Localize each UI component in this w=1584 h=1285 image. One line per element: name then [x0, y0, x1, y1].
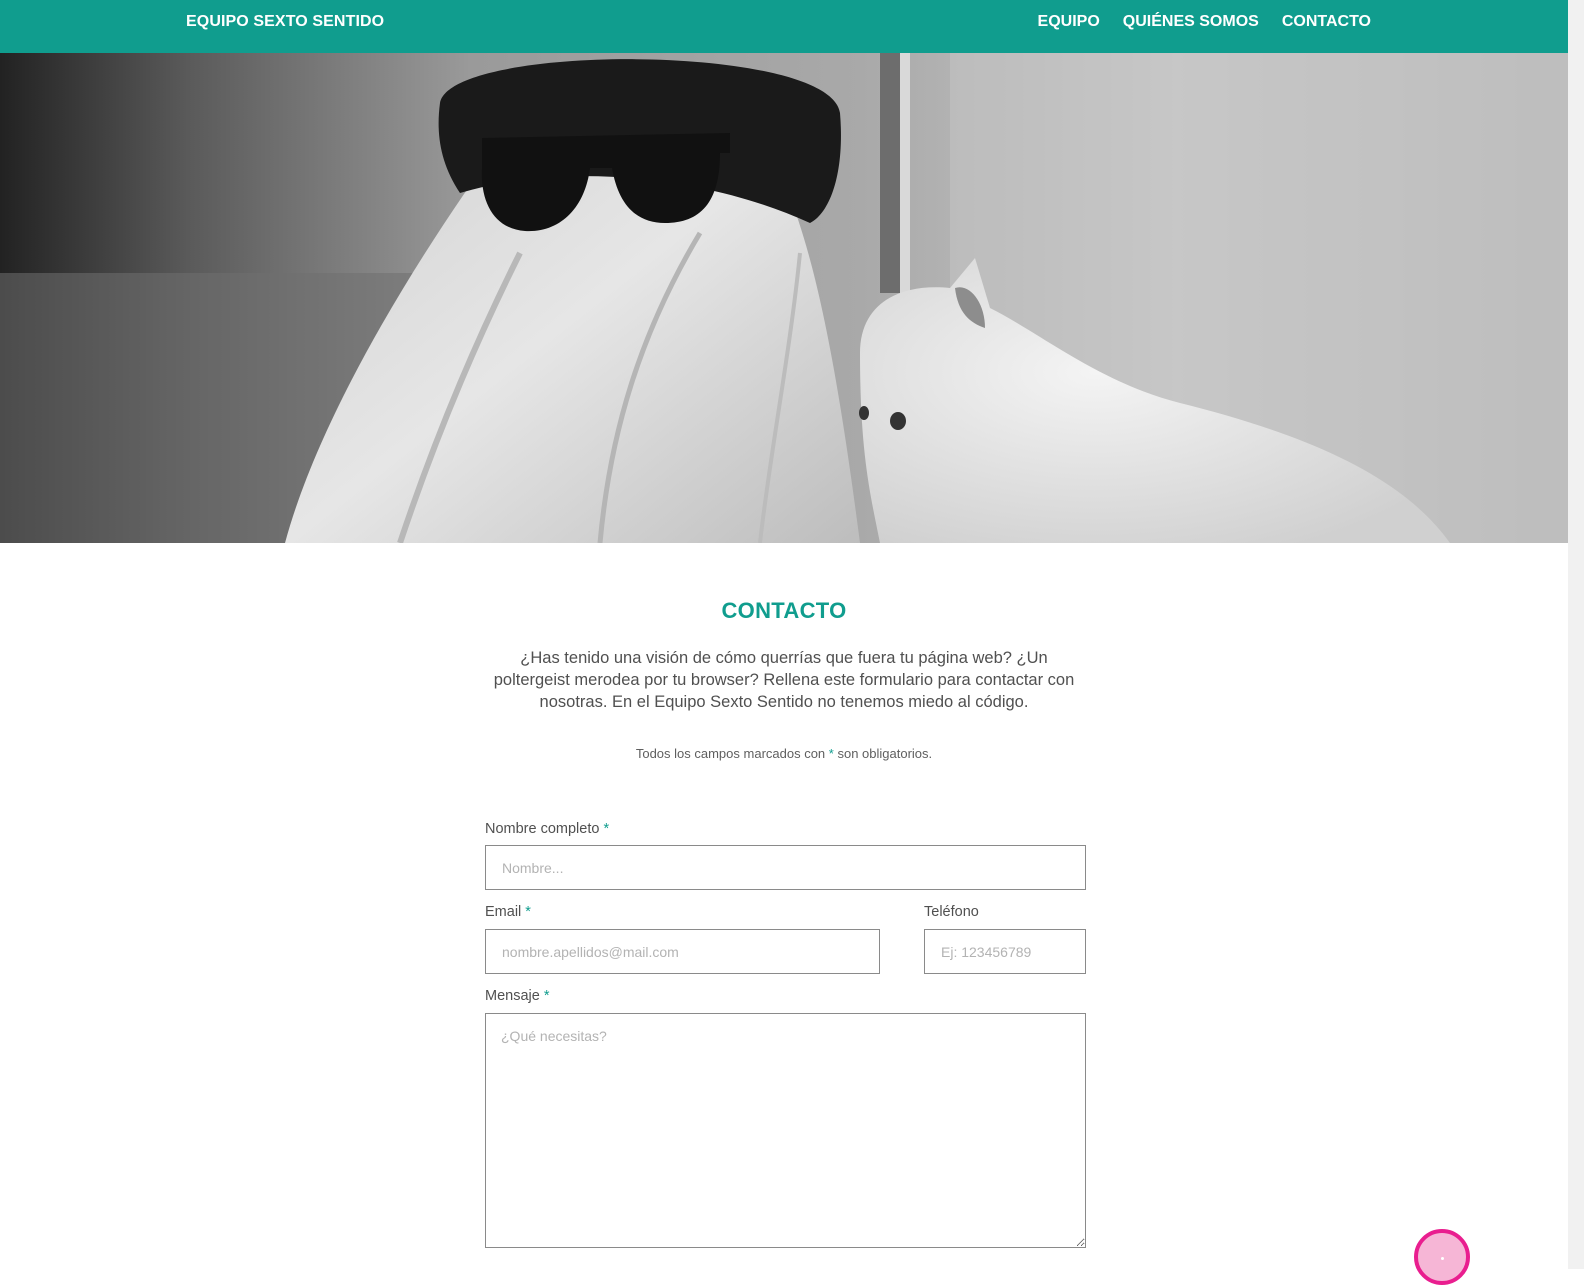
floating-action-button[interactable]	[1414, 1229, 1470, 1285]
top-navbar: EQUIPO SEXTO SENTIDO EQUIPO QUIÉNES SOMO…	[0, 0, 1568, 53]
required-note-suffix: son obligatorios.	[837, 746, 933, 761]
main-nav: EQUIPO QUIÉNES SOMOS CONTACTO	[1038, 13, 1371, 31]
email-input[interactable]	[485, 929, 880, 974]
ghost-cat-photo	[0, 53, 1568, 543]
message-textarea[interactable]	[485, 1013, 1086, 1248]
required-fields-note: Todos los campos marcados con * son obli…	[0, 746, 1568, 761]
name-label: Nombre completo *	[485, 821, 609, 837]
brand-link[interactable]: EQUIPO SEXTO SENTIDO	[186, 13, 384, 31]
contact-title: CONTACTO	[721, 598, 847, 623]
email-label: Email *	[485, 904, 531, 920]
email-required-star: *	[525, 904, 531, 920]
required-note-star: *	[828, 746, 834, 761]
nav-link-contacto[interactable]: CONTACTO	[1282, 13, 1371, 31]
nav-link-equipo[interactable]: EQUIPO	[1038, 13, 1100, 31]
hero-image	[0, 53, 1568, 543]
message-required-star: *	[543, 988, 550, 1004]
message-label-text: Mensaje	[485, 988, 540, 1004]
name-input[interactable]	[485, 845, 1086, 890]
email-label-text: Email	[485, 904, 522, 920]
fab-dot-icon	[1441, 1257, 1444, 1260]
nav-link-quienes-somos[interactable]: QUIÉNES SOMOS	[1123, 13, 1259, 31]
message-label: Mensaje *	[485, 988, 550, 1004]
name-label-text: Nombre completo	[485, 821, 600, 837]
phone-label: Teléfono	[924, 904, 979, 920]
required-note-prefix: Todos los campos marcados con	[635, 746, 826, 761]
contact-intro: ¿Has tenido una visión de cómo querrías …	[493, 649, 1075, 711]
name-required-star: *	[603, 821, 610, 837]
phone-label-text: Teléfono	[924, 904, 979, 920]
scrollbar-track[interactable]	[1568, 0, 1584, 1269]
phone-input[interactable]	[924, 929, 1086, 974]
